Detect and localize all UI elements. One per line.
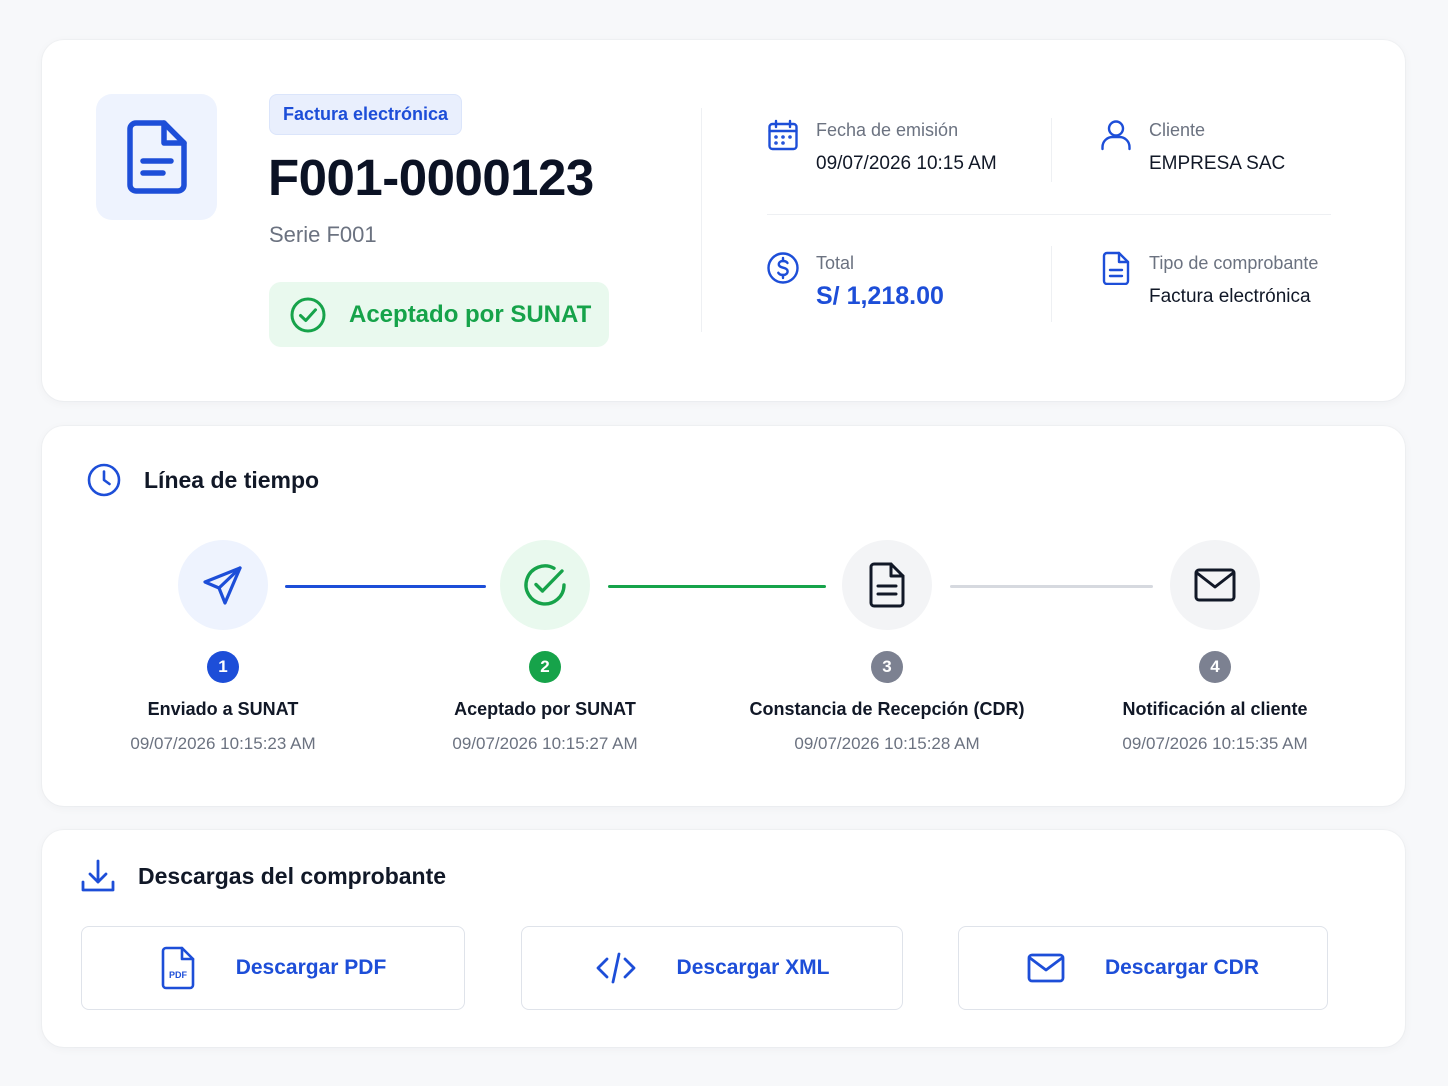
step-name: Aceptado por SUNAT	[454, 699, 636, 719]
timeline-title: Línea de tiempo	[144, 466, 320, 493]
pdf-file-icon: PDF	[161, 946, 195, 990]
document-icon	[126, 120, 187, 194]
header-divider	[701, 108, 702, 332]
step-time: 09/07/2026 10:15:28 AM	[794, 734, 980, 753]
downloads-title: Descargas del comprobante	[138, 862, 447, 889]
step-time: 09/07/2026 10:15:23 AM	[130, 734, 316, 753]
status-label: Aceptado por SUNAT	[349, 300, 592, 328]
download-xml-label: Descargar XML	[676, 956, 830, 979]
download-pdf-button[interactable]: PDF Descargar PDF	[81, 926, 465, 1010]
issue-date-label: Fecha de emisión	[816, 120, 959, 140]
total-label: Total	[816, 253, 855, 273]
step-icon-circle	[500, 540, 590, 630]
document-type-badge: Factura electrónica	[269, 94, 463, 135]
mail-icon	[1194, 568, 1236, 602]
download-icon	[81, 859, 115, 892]
download-cdr-label: Descargar CDR	[1104, 956, 1260, 979]
meta-client: Cliente EMPRESA SAC	[1099, 118, 1285, 175]
meta-divider	[1051, 246, 1052, 322]
document-number: F001-0000123	[268, 149, 594, 206]
user-icon	[1101, 120, 1131, 151]
document-series: Serie F001	[269, 222, 377, 247]
step-name: Enviado a SUNAT	[147, 699, 299, 719]
step-name: Constancia de Recepción (CDR)	[749, 699, 1025, 719]
clock-icon	[87, 463, 121, 497]
step-name: Notificación al cliente	[1122, 699, 1308, 719]
step-number: 4	[1199, 651, 1231, 683]
total-value: S/ 1,218.00	[816, 282, 944, 310]
meta-divider-horizontal	[767, 214, 1331, 215]
step-number: 1	[207, 651, 239, 683]
status-badge: Aceptado por SUNAT	[269, 282, 609, 347]
meta-document-type: Tipo de comprobante Factura electrónica	[1099, 251, 1318, 308]
step-number: 3	[871, 651, 903, 683]
meta-total: Total S/ 1,218.00	[766, 251, 944, 311]
mail-icon	[1027, 953, 1065, 983]
step-icon-circle	[1170, 540, 1260, 630]
code-icon	[596, 952, 635, 984]
document-type-label: Tipo de comprobante	[1149, 253, 1319, 273]
client-label: Cliente	[1149, 120, 1206, 140]
document-icon	[869, 562, 905, 608]
client-value: EMPRESA SAC	[1149, 153, 1286, 174]
invoice-summary-card: Factura electrónica F001-0000123 Serie F…	[42, 40, 1405, 401]
step-icon-circle	[842, 540, 932, 630]
send-icon	[203, 566, 242, 605]
document-tile	[96, 94, 217, 220]
step-time: 09/07/2026 10:15:27 AM	[452, 734, 638, 753]
check-circle-icon	[524, 564, 566, 606]
timeline-step-cdr: 3 Constancia de Recepción (CDR) 09/07/20…	[727, 540, 1047, 754]
step-time: 09/07/2026 10:15:35 AM	[1122, 734, 1308, 753]
downloads-card: Descargas del comprobante PDF Descargar …	[42, 830, 1405, 1047]
step-number: 2	[529, 651, 561, 683]
download-xml-button[interactable]: Descargar XML	[521, 926, 903, 1010]
timeline-step-notification: 4 Notificación al cliente 09/07/2026 10:…	[1055, 540, 1375, 754]
document-type-value: Factura electrónica	[1149, 286, 1311, 307]
timeline-step-sent: 1 Enviado a SUNAT 09/07/2026 10:15:23 AM	[63, 540, 383, 754]
step-icon-circle	[178, 540, 268, 630]
timeline-card: Línea de tiempo 1 Enviado a SUNAT 09/07/…	[42, 426, 1405, 806]
issue-date-value: 09/07/2026 10:15 AM	[816, 153, 997, 174]
meta-divider	[1051, 118, 1052, 182]
timeline-header: Línea de tiempo	[86, 462, 319, 498]
timeline-step-accepted: 2 Aceptado por SUNAT 09/07/2026 10:15:27…	[385, 540, 705, 754]
dollar-circle-icon	[767, 252, 799, 284]
downloads-header: Descargas del comprobante	[80, 858, 446, 894]
document-icon	[1102, 251, 1130, 285]
meta-issue-date: Fecha de emisión 09/07/2026 10:15 AM	[766, 118, 997, 175]
download-pdf-label: Descargar PDF	[235, 956, 387, 979]
check-circle-icon	[290, 297, 326, 332]
calendar-icon	[768, 119, 798, 151]
download-cdr-button[interactable]: Descargar CDR	[958, 926, 1328, 1010]
pdf-icon-text: PDF	[169, 970, 188, 980]
